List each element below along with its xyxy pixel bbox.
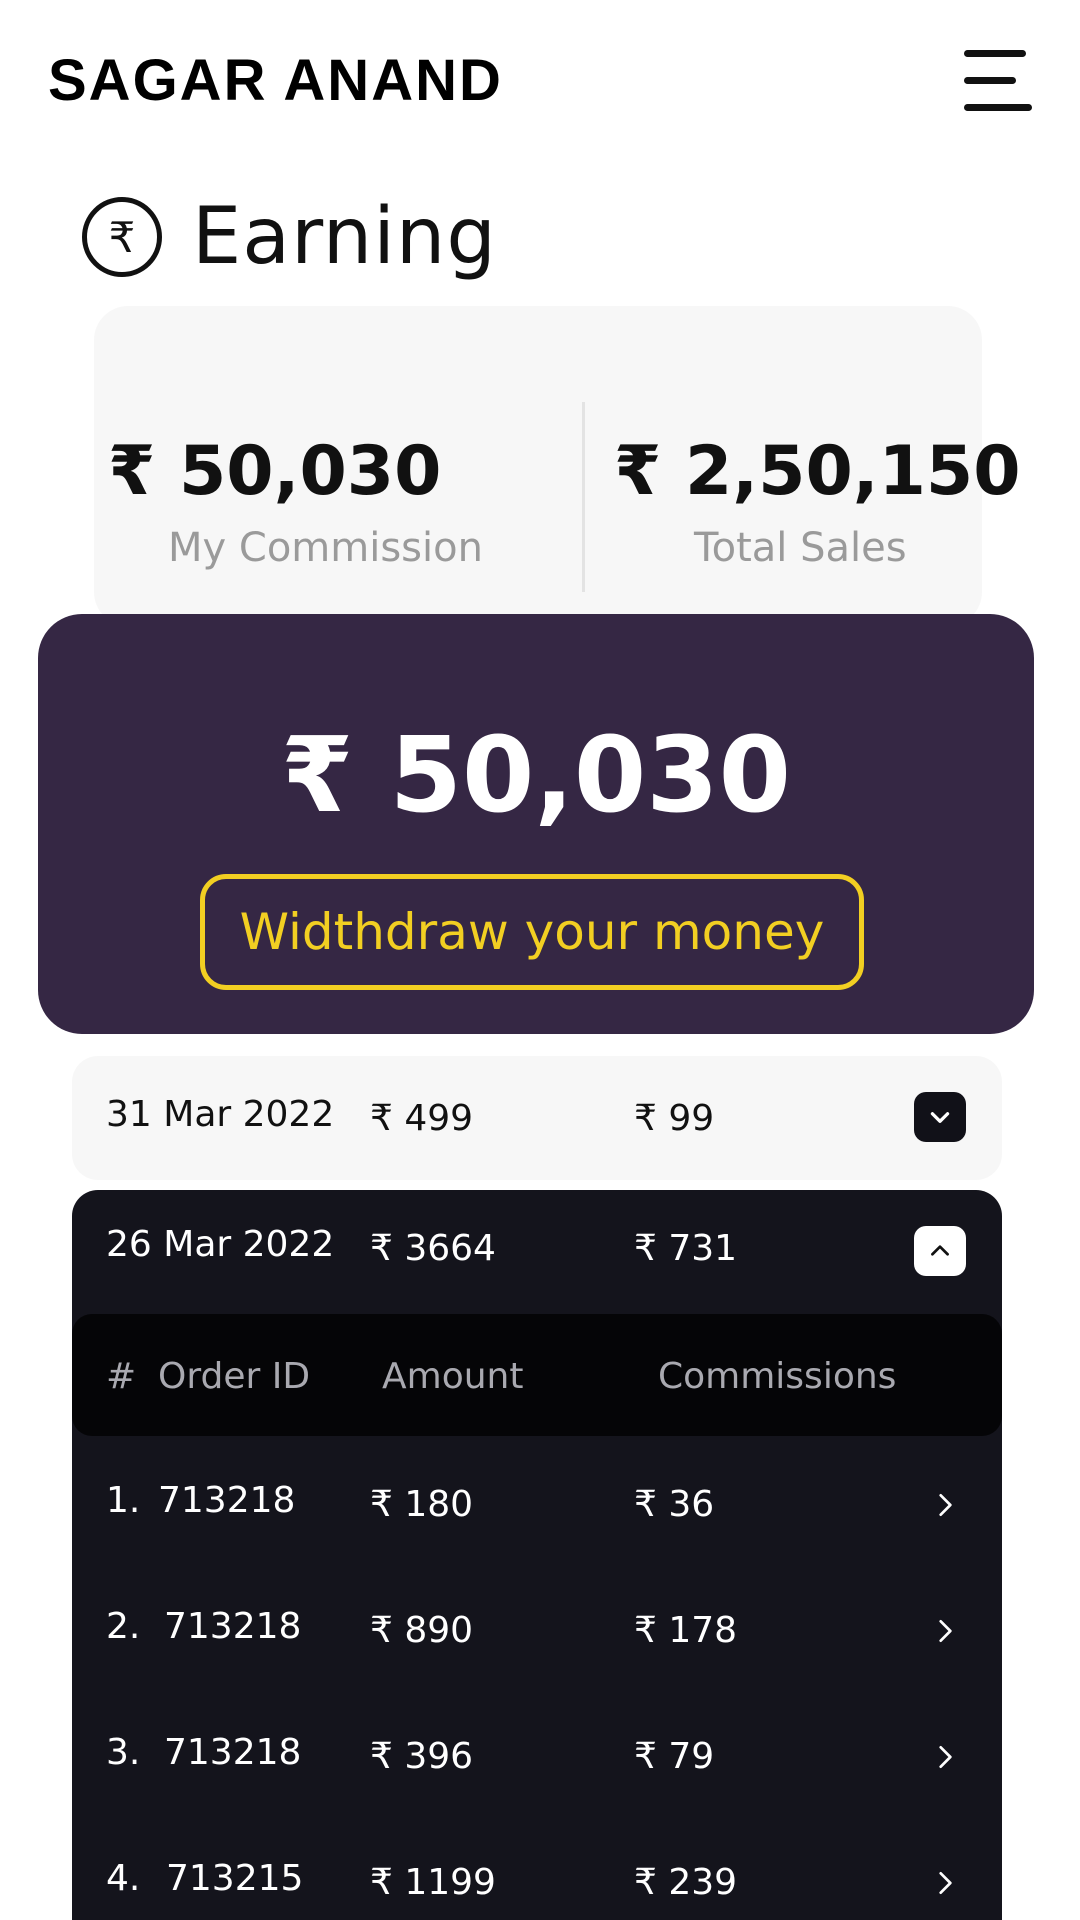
withdraw-card: ₹ 50,030 Widthdraw your money <box>38 614 1034 1034</box>
day-date: 26 Mar 2022 <box>106 1224 335 1265</box>
row-commission: ₹ 36 <box>634 1484 715 1525</box>
row-amount: ₹ 396 <box>370 1736 474 1777</box>
earning-heading: ₹ Earning <box>82 192 497 282</box>
row-index: 4. <box>106 1858 141 1899</box>
orders-table-header: # Order ID Amount Commissions <box>72 1314 1002 1436</box>
table-row[interactable]: 3. 713218 ₹ 396 ₹ 79 <box>72 1694 1002 1818</box>
row-order-id: 713218 <box>164 1606 302 1647</box>
commission-value: ₹ 50,030 <box>108 432 442 511</box>
table-row[interactable]: 4. 713215 ₹ 1199 ₹ 239 <box>72 1818 1002 1920</box>
row-amount: ₹ 890 <box>370 1610 474 1651</box>
column-header-index: # <box>106 1356 137 1397</box>
row-amount: ₹ 1199 <box>370 1862 496 1903</box>
sales-value: ₹ 2,50,150 <box>614 432 1021 511</box>
stats-card: ₹ 50,030 My Commission ₹ 2,50,150 Total … <box>94 306 1021 626</box>
row-index: 1. <box>106 1480 141 1521</box>
row-index: 3. <box>106 1732 141 1773</box>
withdraw-amount: ₹ 50,030 <box>281 714 791 836</box>
sales-label: Total Sales <box>694 525 907 571</box>
day-amount: ₹ 499 <box>370 1098 474 1139</box>
row-order-id: 713218 <box>164 1732 302 1773</box>
day-commission: ₹ 731 <box>634 1228 738 1269</box>
chevron-right-icon[interactable] <box>932 1616 958 1646</box>
day-row-collapsed[interactable]: 31 Mar 2022 ₹ 499 ₹ 99 <box>72 1056 1002 1180</box>
chevron-up-icon[interactable] <box>914 1226 966 1276</box>
menu-bar-bottom <box>964 104 1032 111</box>
column-header-commissions: Commissions <box>658 1356 897 1397</box>
table-row[interactable]: 1. 713218 ₹ 180 ₹ 36 <box>72 1446 1002 1570</box>
column-header-amount: Amount <box>382 1356 524 1397</box>
page-title: Earning <box>192 192 497 282</box>
row-amount: ₹ 180 <box>370 1484 474 1525</box>
brand-name: SAGAR ANAND <box>48 48 503 113</box>
row-order-id: 713215 <box>166 1858 304 1899</box>
day-amount: ₹ 3664 <box>370 1228 496 1269</box>
app-screen: SAGAR ANAND ₹ Earning ₹ 50,030 My Commis… <box>0 0 1080 1920</box>
chevron-down-icon[interactable] <box>914 1092 966 1142</box>
hamburger-menu-icon[interactable] <box>960 44 1036 114</box>
withdraw-button[interactable]: Widthdraw your money <box>200 874 864 990</box>
column-header-order-id: Order ID <box>158 1356 311 1397</box>
commission-stat: ₹ 50,030 My Commission <box>108 432 528 571</box>
menu-bar-top <box>964 50 1026 57</box>
commission-label: My Commission <box>168 525 483 571</box>
row-commission: ₹ 79 <box>634 1736 715 1777</box>
day-commission: ₹ 99 <box>634 1098 715 1139</box>
row-commission: ₹ 178 <box>634 1610 738 1651</box>
chevron-right-icon[interactable] <box>932 1742 958 1772</box>
chevron-right-icon[interactable] <box>932 1490 958 1520</box>
day-row-expanded: 26 Mar 2022 ₹ 3664 ₹ 731 # Order ID Amou… <box>72 1190 1002 1920</box>
menu-bar-middle <box>964 77 1016 84</box>
row-order-id: 713218 <box>158 1480 296 1521</box>
rupee-circle-icon: ₹ <box>82 197 162 277</box>
table-row[interactable]: 2. 713218 ₹ 890 ₹ 178 <box>72 1570 1002 1694</box>
sales-stat: ₹ 2,50,150 Total Sales <box>614 432 1021 571</box>
stats-divider <box>582 402 585 592</box>
row-index: 2. <box>106 1606 141 1647</box>
day-date: 31 Mar 2022 <box>106 1094 335 1135</box>
row-commission: ₹ 239 <box>634 1862 738 1903</box>
chevron-right-icon[interactable] <box>932 1868 958 1898</box>
